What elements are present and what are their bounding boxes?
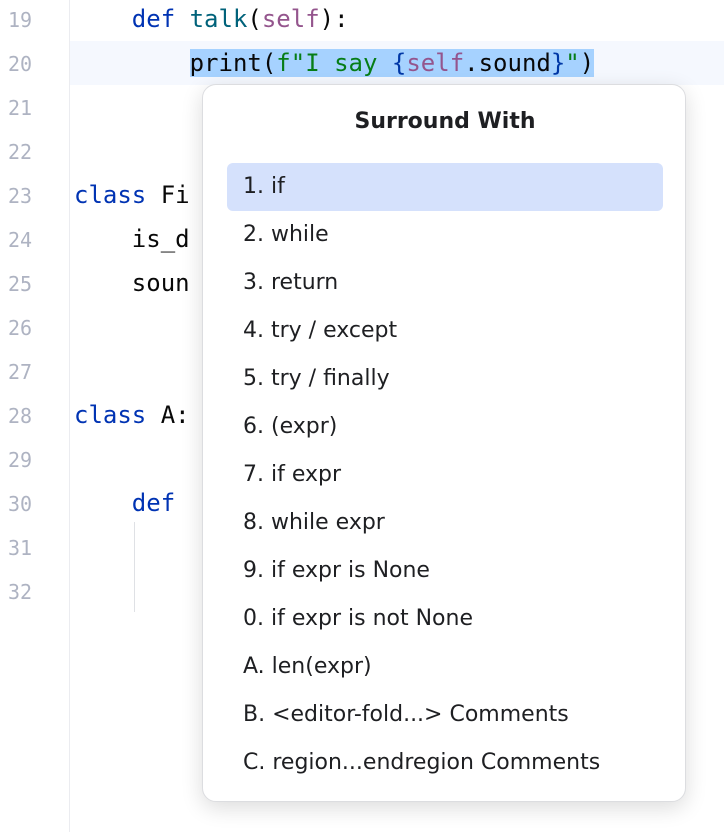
line-number: 30 [8,492,38,516]
line-number: 23 [8,184,38,208]
code-line-30[interactable]: def [74,488,175,518]
surround-option-region-comments[interactable]: C. region...endregion Comments [227,739,663,787]
surround-option-len-expr[interactable]: A. len(expr) [227,643,663,691]
line-number: 31 [8,536,38,560]
line-number: 19 [8,8,38,32]
surround-option-if-expr-is-not-none[interactable]: 0. if expr is not None [227,595,663,643]
surround-option-if-expr[interactable]: 7. if expr [227,451,663,499]
code-line-24[interactable]: is_d [74,224,190,254]
surround-option-return[interactable]: 3. return [227,259,663,307]
line-number: 25 [8,272,38,296]
surround-option-while-expr[interactable]: 8. while expr [227,499,663,547]
code-line-25[interactable]: soun [74,268,190,298]
indent-guide [134,522,135,612]
line-number: 29 [8,448,38,472]
line-number: 20 [8,52,38,76]
surround-option-try-finally[interactable]: 5. try / finally [227,355,663,403]
line-number: 28 [8,404,38,428]
surround-option-editor-fold-comments[interactable]: B. <editor-fold...> Comments [227,691,663,739]
line-number: 32 [8,580,38,604]
surround-option-if-expr-is-none[interactable]: 9. if expr is None [227,547,663,595]
line-number: 27 [8,360,38,384]
surround-with-popup: Surround With 1. if 2. while 3. return 4… [202,84,686,802]
code-line-20[interactable]: print(f"I say {self.sound}") [74,48,594,78]
code-line-23[interactable]: class Fi [74,180,190,210]
surround-option-if[interactable]: 1. if [227,163,663,211]
selected-code: print(f"I say {self.sound}") [190,49,595,77]
code-line-28[interactable]: class A: [74,400,190,430]
line-number: 26 [8,316,38,340]
line-number: 22 [8,140,38,164]
surround-option-try-except[interactable]: 4. try / except [227,307,663,355]
code-line-19[interactable]: def talk(self): [74,4,349,34]
surround-option-while[interactable]: 2. while [227,211,663,259]
line-number: 21 [8,96,38,120]
line-number: 24 [8,228,38,252]
surround-option-expr[interactable]: 6. (expr) [227,403,663,451]
popup-title: Surround With [203,109,687,134]
